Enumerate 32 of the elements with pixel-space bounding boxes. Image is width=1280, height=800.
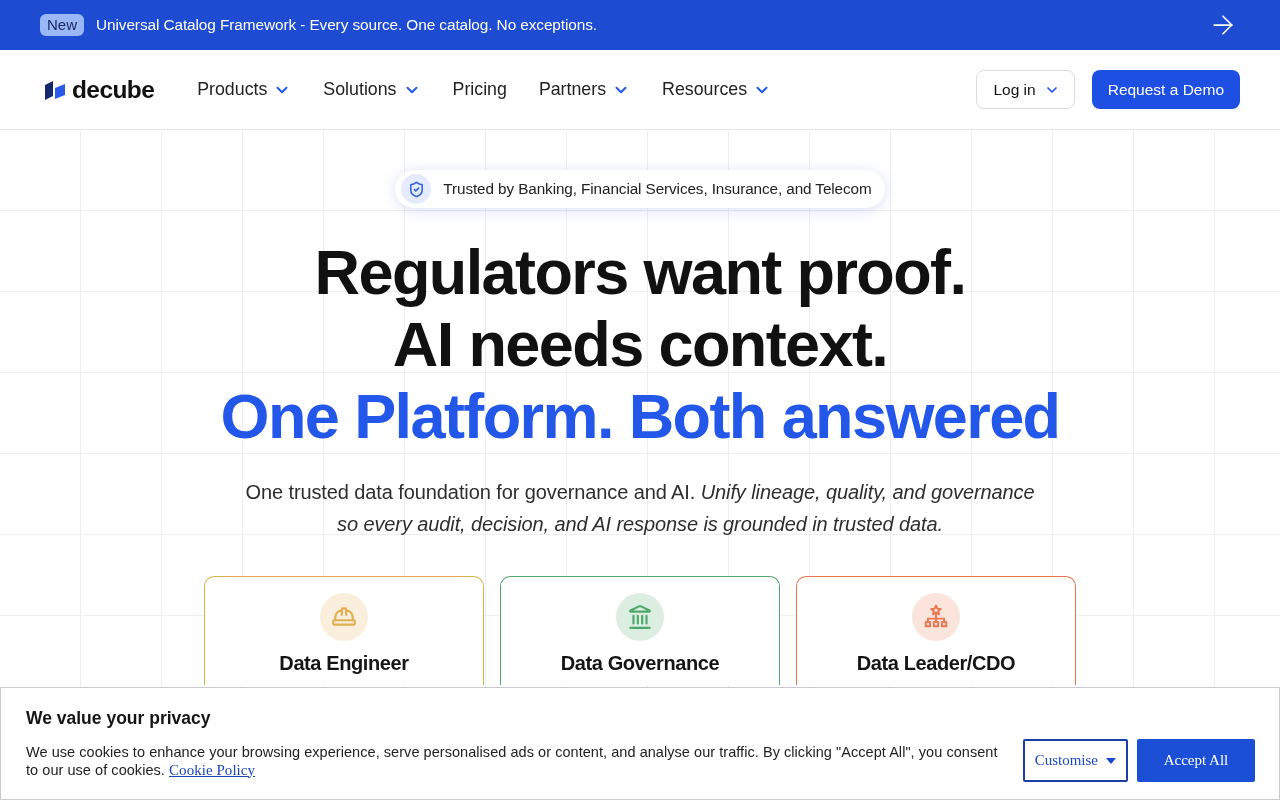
headline-line: One Platform. Both answered: [220, 380, 1060, 452]
cookie-policy-link[interactable]: Cookie Policy: [169, 761, 256, 778]
headline-line: AI needs context.: [392, 308, 888, 380]
bank-building-icon: [616, 593, 664, 641]
role-title: Data Engineer: [279, 652, 409, 675]
trust-text: Trusted by Banking, Financial Services, Insurance, and Telecom: [443, 180, 872, 198]
shield-check-icon: [401, 174, 432, 204]
role-card[interactable]: Data Governance: [500, 576, 780, 685]
role-card[interactable]: Data Engineer: [204, 576, 484, 685]
accept-all-button[interactable]: Accept All: [1137, 739, 1255, 782]
nav-link[interactable]: Solutions: [323, 79, 421, 100]
request-demo-button[interactable]: Request a Demo: [1091, 70, 1240, 109]
role-card[interactable]: Data Leader/CDO: [796, 576, 1076, 685]
cookie-text: We use cookies to enhance your browsing experience, serve personalised ads or content, and analyse our traffic. By clicking "Accept All", you consent to our use of cookies. Cookie Policy: [26, 742, 999, 779]
nav-link[interactable]: Resources: [662, 79, 772, 100]
login-button[interactable]: Log in: [976, 70, 1075, 109]
hero-subtitle: One trusted data foundation for governance and AI. Unify lineage, quality, and governance so every audit, decision, and AI response is grounded in trusted data.: [244, 480, 1036, 537]
nav-link[interactable]: Products: [197, 79, 292, 100]
logo-icon: [43, 79, 67, 100]
nav-link[interactable]: Pricing: [452, 79, 507, 100]
cookie-title: We value your privacy: [26, 707, 212, 729]
customise-button[interactable]: Customise: [1022, 739, 1128, 782]
hard-hat-icon: [320, 593, 368, 641]
logo-wordmark[interactable]: decube: [72, 75, 155, 104]
caret-down-icon: [1106, 757, 1116, 764]
announcement-text: Universal Catalog Framework - Every source. One catalog. No exceptions.: [96, 16, 599, 34]
role-title: Data Governance: [560, 652, 720, 675]
star-hierarchy-icon: [912, 593, 960, 641]
headline-line: Regulators want proof.: [314, 236, 966, 308]
nav-link[interactable]: Partners: [538, 79, 631, 100]
new-badge: New: [40, 14, 84, 36]
role-title: Data Leader/CDO: [856, 652, 1016, 675]
